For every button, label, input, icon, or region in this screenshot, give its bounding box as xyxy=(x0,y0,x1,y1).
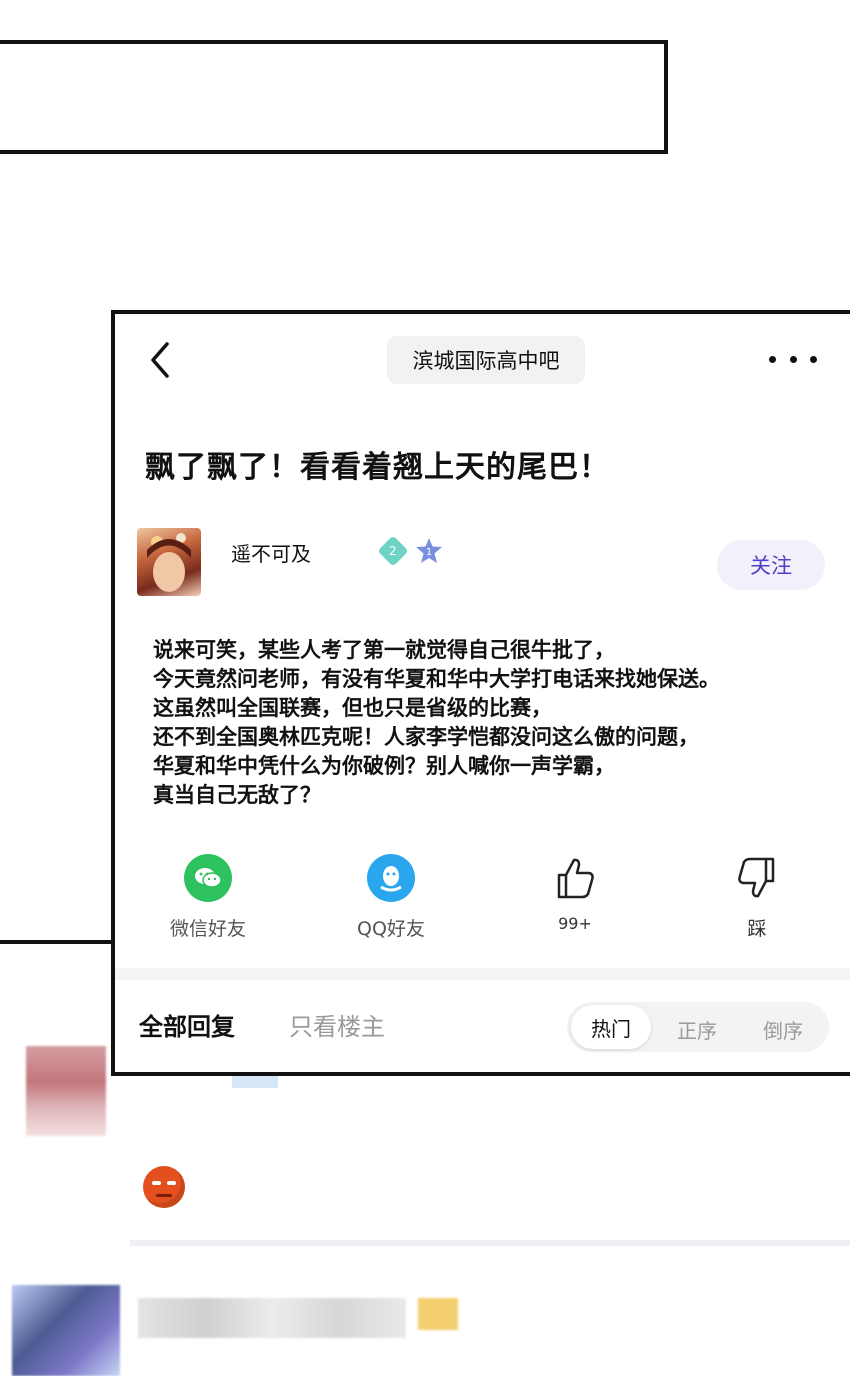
blurred-avatar xyxy=(26,1046,106,1136)
section-divider xyxy=(115,968,850,980)
rank-badge-icon: 1 xyxy=(415,537,443,565)
sort-toggle: 热门 正序 倒序 xyxy=(567,1002,829,1052)
back-button[interactable] xyxy=(145,338,177,382)
divider xyxy=(130,1240,850,1246)
blurred-avatar xyxy=(12,1285,120,1376)
like-button[interactable]: 99+ xyxy=(515,854,635,933)
panel-border-line xyxy=(0,940,120,944)
tab-op-only[interactable]: 只看楼主 xyxy=(289,1007,385,1042)
dot xyxy=(769,355,776,363)
like-count: 99+ xyxy=(558,914,592,933)
share-wechat-button[interactable]: 微信好友 xyxy=(148,854,268,941)
wechat-icon xyxy=(184,854,232,902)
sort-hot-button[interactable]: 热门 xyxy=(571,1005,651,1049)
dislike-button[interactable]: 踩 xyxy=(697,854,817,941)
dot xyxy=(810,355,817,363)
follow-button[interactable]: 关注 xyxy=(717,540,825,590)
post-screen: 滨城国际高中吧 飘了飘了！看看着翘上天的尾巴！ 遥不可及 2 1 关注 说来可笑… xyxy=(111,310,850,1076)
svg-text:1: 1 xyxy=(426,547,432,558)
forum-name: 滨城国际高中吧 xyxy=(412,349,560,373)
blurred-badge xyxy=(418,1298,458,1330)
action-row: 微信好友 QQ好友 99+ 踩 xyxy=(115,854,850,954)
level-badge-icon: 2 xyxy=(377,535,409,567)
post-line: 今天竟然问老师，有没有华夏和华中大学打电话来找她保送。 xyxy=(153,667,720,691)
follow-label: 关注 xyxy=(750,554,792,578)
sort-asc-button[interactable]: 正序 xyxy=(677,1015,717,1044)
avatar-art xyxy=(147,533,191,592)
post-line: 还不到全国奥林匹克呢！人家李学恺都没问这么傲的问题， xyxy=(153,725,699,749)
share-qq-button[interactable]: QQ好友 xyxy=(331,854,451,941)
share-qq-label: QQ好友 xyxy=(357,918,425,940)
post-body: 说来可笑，某些人考了第一就觉得自己很牛批了， 今天竟然问老师，有没有华夏和华中大… xyxy=(153,636,843,810)
thumbs-up-icon xyxy=(551,854,599,902)
dot xyxy=(789,355,797,363)
post-line: 华夏和华中凭什么为你破例？别人喊你一声学霸， xyxy=(153,754,615,778)
forum-name-chip[interactable]: 滨城国际高中吧 xyxy=(387,336,585,384)
empty-panel xyxy=(0,40,668,154)
blurred-username xyxy=(138,1298,406,1338)
qq-icon xyxy=(367,854,415,902)
post-line: 真当自己无敌了？ xyxy=(153,783,321,807)
chevron-left-icon xyxy=(151,342,169,378)
post-line: 说来可笑，某些人考了第一就觉得自己很牛批了， xyxy=(153,638,615,662)
more-button[interactable] xyxy=(769,344,817,374)
dislike-label: 踩 xyxy=(747,918,767,940)
author-avatar[interactable] xyxy=(137,528,201,596)
thumbs-down-icon xyxy=(733,854,781,902)
share-wechat-label: 微信好友 xyxy=(169,918,246,940)
author-name[interactable]: 遥不可及 xyxy=(231,538,311,567)
emoji-face-icon xyxy=(143,1166,185,1208)
post-title: 飘了飘了！看看着翘上天的尾巴！ xyxy=(145,450,610,485)
post-line: 这虽然叫全国联赛，但也只是省级的比赛， xyxy=(153,696,552,720)
tab-all-replies[interactable]: 全部回复 xyxy=(139,1007,235,1042)
sort-desc-button[interactable]: 倒序 xyxy=(763,1015,803,1044)
